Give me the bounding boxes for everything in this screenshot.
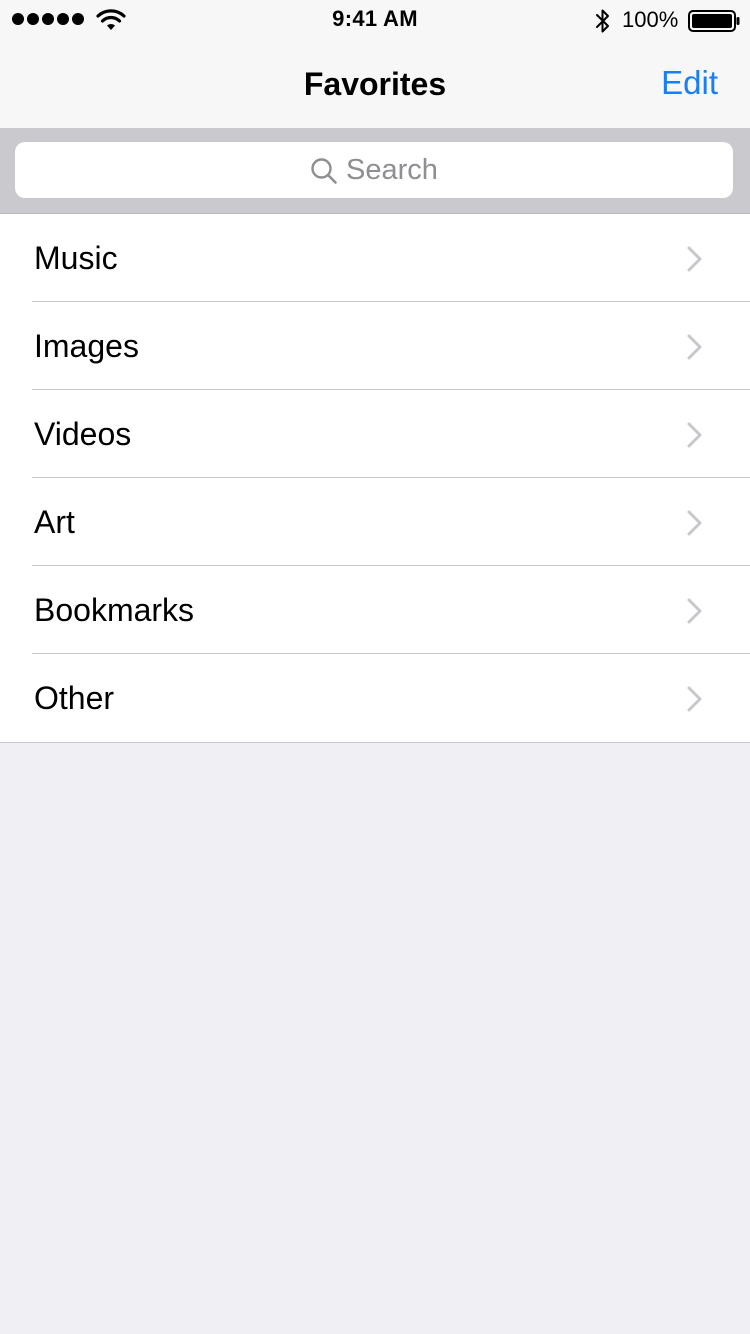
search-placeholder: Search <box>346 153 438 186</box>
list-item-label: Videos <box>34 416 132 452</box>
search-icon <box>311 158 337 184</box>
search-bar: Search <box>0 128 750 214</box>
chevron-right-icon <box>687 422 702 448</box>
search-input[interactable]: Search <box>15 142 733 198</box>
page-title: Favorites <box>303 66 447 102</box>
list-item-label: Images <box>34 328 139 364</box>
list-item-art[interactable]: Art <box>0 478 750 566</box>
list-item-label: Art <box>34 504 75 540</box>
list-item-videos[interactable]: Videos <box>0 390 750 478</box>
list-item-bookmarks[interactable]: Bookmarks <box>0 566 750 654</box>
edit-button[interactable]: Edit <box>661 64 718 102</box>
chevron-right-icon <box>687 246 702 272</box>
navigation-bar: Favorites Edit <box>0 40 750 128</box>
list-item-music[interactable]: Music <box>0 214 750 302</box>
chevron-right-icon <box>687 686 702 712</box>
list-item-label: Other <box>34 680 115 716</box>
favorites-list: Music Images Videos Art Bookmarks Other <box>0 214 750 743</box>
bluetooth-icon <box>596 9 609 33</box>
list-item-label: Music <box>34 240 118 276</box>
battery-icon <box>688 10 740 32</box>
list-item-other[interactable]: Other <box>0 654 750 742</box>
list-item-label: Bookmarks <box>34 592 195 628</box>
list-item-images[interactable]: Images <box>0 302 750 390</box>
chevron-right-icon <box>687 334 702 360</box>
chevron-right-icon <box>687 510 702 536</box>
status-bar: 9:41 AM 100% <box>0 0 750 40</box>
battery-percent: 100% <box>622 7 679 32</box>
screen: 9:41 AM 100% Favorites Edit Search Music <box>0 0 750 1334</box>
chevron-right-icon <box>687 598 702 624</box>
